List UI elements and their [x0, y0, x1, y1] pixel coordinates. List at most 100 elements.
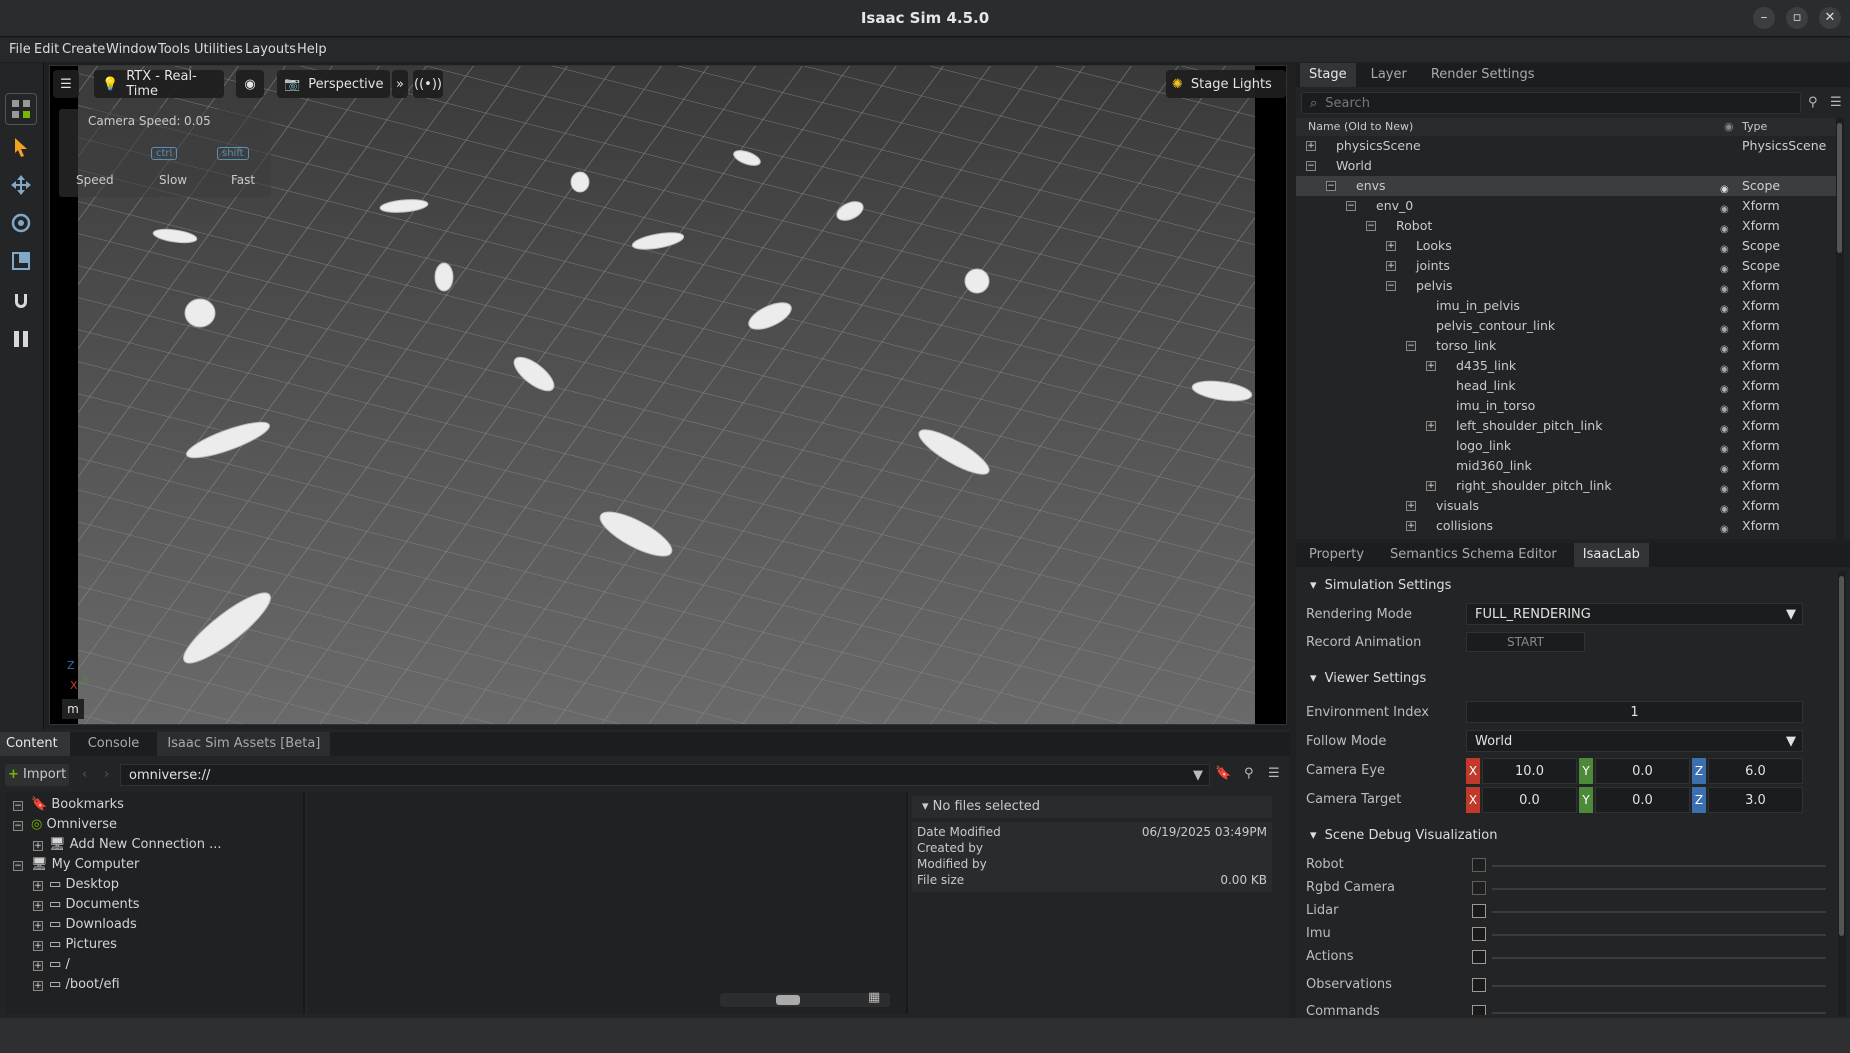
stage-scrollbar[interactable] — [1836, 118, 1844, 539]
menu-utilities[interactable]: Utilities — [194, 38, 243, 62]
scale-icon[interactable] — [5, 245, 37, 277]
tab-isaac-sim-assets[interactable]: Isaac Sim Assets [Beta] — [157, 732, 331, 756]
tree-row[interactable]: head_link ◉ Xform — [1296, 376, 1836, 396]
tree-row[interactable]: − torso_link ◉ Xform — [1296, 336, 1836, 356]
tab-layer[interactable]: Layer — [1362, 63, 1416, 87]
tree-row[interactable]: + d435_link ◉ Xform — [1296, 356, 1836, 376]
tree-item-my-computer[interactable]: − 🖥 My Computer — [13, 855, 139, 875]
stage-search-input[interactable]: ⌕ Search — [1301, 92, 1801, 114]
grid-view-icon[interactable]: ▦ — [868, 990, 880, 1005]
tab-semantics-schema-editor[interactable]: Semantics Schema Editor — [1381, 543, 1566, 567]
tab-property[interactable]: Property — [1300, 543, 1373, 567]
move-icon[interactable] — [5, 169, 37, 201]
tree-row[interactable]: − Robot ◉ Xform — [1296, 216, 1836, 236]
camera-target-y-input[interactable]: 0.0 — [1595, 787, 1690, 813]
filter-icon[interactable]: ⚲ — [1244, 766, 1254, 781]
imu-checkbox[interactable] — [1472, 927, 1486, 941]
tree-row[interactable]: imu_in_torso ◉ Xform — [1296, 396, 1836, 416]
broadcast-icon[interactable]: ((•)) — [413, 70, 443, 98]
filter-icon[interactable]: ⚲ — [1808, 95, 1818, 110]
tree-row[interactable]: + collisions ◉ Xform — [1296, 516, 1836, 534]
stage-col-type[interactable]: Type — [1742, 118, 1767, 136]
tree-row[interactable]: − env_0 ◉ Xform — [1296, 196, 1836, 216]
actions-checkbox[interactable] — [1472, 950, 1486, 964]
section-simulation-settings[interactable]: ▾ Simulation Settings — [1296, 573, 1836, 599]
tree-item-documents[interactable]: + ▭ Documents — [33, 895, 140, 915]
stage-col-name[interactable]: Name (Old to New) — [1308, 118, 1413, 136]
close-button[interactable]: ✕ — [1819, 7, 1841, 29]
pause-icon[interactable] — [5, 323, 37, 355]
section-viewer-settings[interactable]: ▾ Viewer Settings — [1296, 666, 1836, 692]
tree-row[interactable]: − World — [1296, 156, 1836, 176]
tab-isaaclab[interactable]: IsaacLab — [1573, 543, 1649, 567]
section-scene-debug-visualization[interactable]: ▾ Scene Debug Visualization — [1296, 823, 1836, 849]
camera-target-x-input[interactable]: 0.0 — [1482, 787, 1577, 813]
bookmark-icon[interactable]: 🔖 — [1215, 766, 1231, 781]
tree-row[interactable]: pelvis_contour_link ◉ Xform — [1296, 316, 1836, 336]
menu-window[interactable]: Window — [106, 38, 157, 62]
camera-target-z-input[interactable]: 3.0 — [1708, 787, 1803, 813]
tree-row[interactable]: mid360_link ◉ Xform — [1296, 456, 1836, 476]
observations-checkbox[interactable] — [1472, 978, 1486, 992]
back-arrow-icon[interactable]: ‹ — [82, 767, 87, 782]
record-start-button[interactable]: START — [1466, 632, 1585, 652]
rotate-icon[interactable] — [5, 207, 37, 239]
tree-row[interactable]: + left_shoulder_pitch_link ◉ Xform — [1296, 416, 1836, 436]
renderer-button[interactable]: 💡 RTX - Real-Time — [94, 69, 224, 99]
path-input[interactable]: omniverse:// ▼ — [120, 764, 1210, 786]
follow-mode-dropdown[interactable]: World ▼ — [1466, 730, 1803, 752]
tree-item-root[interactable]: + ▭ / — [33, 955, 70, 975]
tree-item-omniverse[interactable]: − ◎ Omniverse — [13, 815, 117, 835]
select-mode-icon[interactable] — [5, 93, 37, 125]
lidar-checkbox[interactable] — [1472, 904, 1486, 918]
tree-item-downloads[interactable]: + ▭ Downloads — [33, 915, 137, 935]
robot-checkbox[interactable] — [1472, 858, 1486, 872]
camera-eye-y-input[interactable]: 0.0 — [1595, 758, 1690, 784]
tree-row[interactable]: + Looks ◉ Scope — [1296, 236, 1836, 256]
tree-row[interactable]: − pelvis ◉ Xform — [1296, 276, 1836, 296]
tree-item-add-connection[interactable]: + 🖥 Add New Connection ... — [33, 835, 222, 855]
menu-file[interactable]: File — [9, 38, 31, 62]
environment-index-input[interactable]: 1 — [1466, 701, 1803, 723]
maximize-button[interactable]: ▫ — [1786, 7, 1808, 29]
chevron-right-icon[interactable]: » — [392, 70, 408, 98]
tree-item-desktop[interactable]: + ▭ Desktop — [33, 875, 119, 895]
property-scrollbar[interactable] — [1838, 571, 1846, 1016]
menu-edit[interactable]: Edit — [34, 38, 59, 62]
tab-stage[interactable]: Stage — [1300, 63, 1356, 87]
tree-row[interactable]: + right_shoulder_pitch_link ◉ Xform — [1296, 476, 1836, 496]
camera-eye-x-input[interactable]: 10.0 — [1482, 758, 1577, 784]
options-menu-icon[interactable]: ☰ — [1830, 95, 1842, 110]
tree-row[interactable]: + physicsScene PhysicsScene — [1296, 136, 1836, 156]
menu-tools[interactable]: Tools — [158, 38, 190, 62]
tab-render-settings[interactable]: Render Settings — [1422, 63, 1544, 87]
tree-row[interactable]: + joints ◉ Scope — [1296, 256, 1836, 276]
tree-item-pictures[interactable]: + ▭ Pictures — [33, 935, 117, 955]
tree-item-bookmarks[interactable]: − 🔖 Bookmarks — [13, 795, 124, 815]
camera-button[interactable]: 📷 Perspective — [277, 70, 390, 98]
forward-arrow-icon[interactable]: › — [104, 767, 109, 782]
tab-console[interactable]: Console — [76, 732, 152, 756]
snap-magnet-icon[interactable] — [5, 285, 37, 317]
commands-checkbox[interactable] — [1472, 1005, 1486, 1015]
units-label[interactable]: m — [62, 699, 84, 719]
file-browser-area[interactable]: ▦ — [308, 792, 908, 1014]
tree-item-boot-efi[interactable]: + ▭ /boot/efi — [33, 975, 120, 995]
menu-create[interactable]: Create — [62, 38, 105, 62]
stage-lights-button[interactable]: ✺ Stage Lights — [1166, 70, 1286, 98]
viewport[interactable]: ☰ 💡 RTX - Real-Time ◉ 📷 Perspective » ((… — [49, 65, 1287, 725]
tree-row[interactable]: + visuals ◉ Xform — [1296, 496, 1836, 516]
rendering-mode-dropdown[interactable]: FULL_RENDERING ▼ — [1466, 603, 1803, 625]
import-button[interactable]: + Import — [5, 764, 69, 786]
minimize-button[interactable]: – — [1753, 7, 1775, 29]
tree-row[interactable]: − envs ◉ Scope — [1296, 176, 1836, 196]
menu-help[interactable]: Help — [297, 38, 327, 62]
eye-icon[interactable]: ◉ — [236, 70, 264, 98]
rgbd-camera-checkbox[interactable] — [1472, 881, 1486, 895]
camera-eye-z-input[interactable]: 6.0 — [1708, 758, 1803, 784]
tab-content[interactable]: Content — [0, 732, 70, 756]
tree-row[interactable]: imu_in_pelvis ◉ Xform — [1296, 296, 1836, 316]
tree-row[interactable]: logo_link ◉ Xform — [1296, 436, 1836, 456]
viewport-settings-icon[interactable]: ☰ — [53, 70, 79, 98]
menu-layouts[interactable]: Layouts — [245, 38, 296, 62]
